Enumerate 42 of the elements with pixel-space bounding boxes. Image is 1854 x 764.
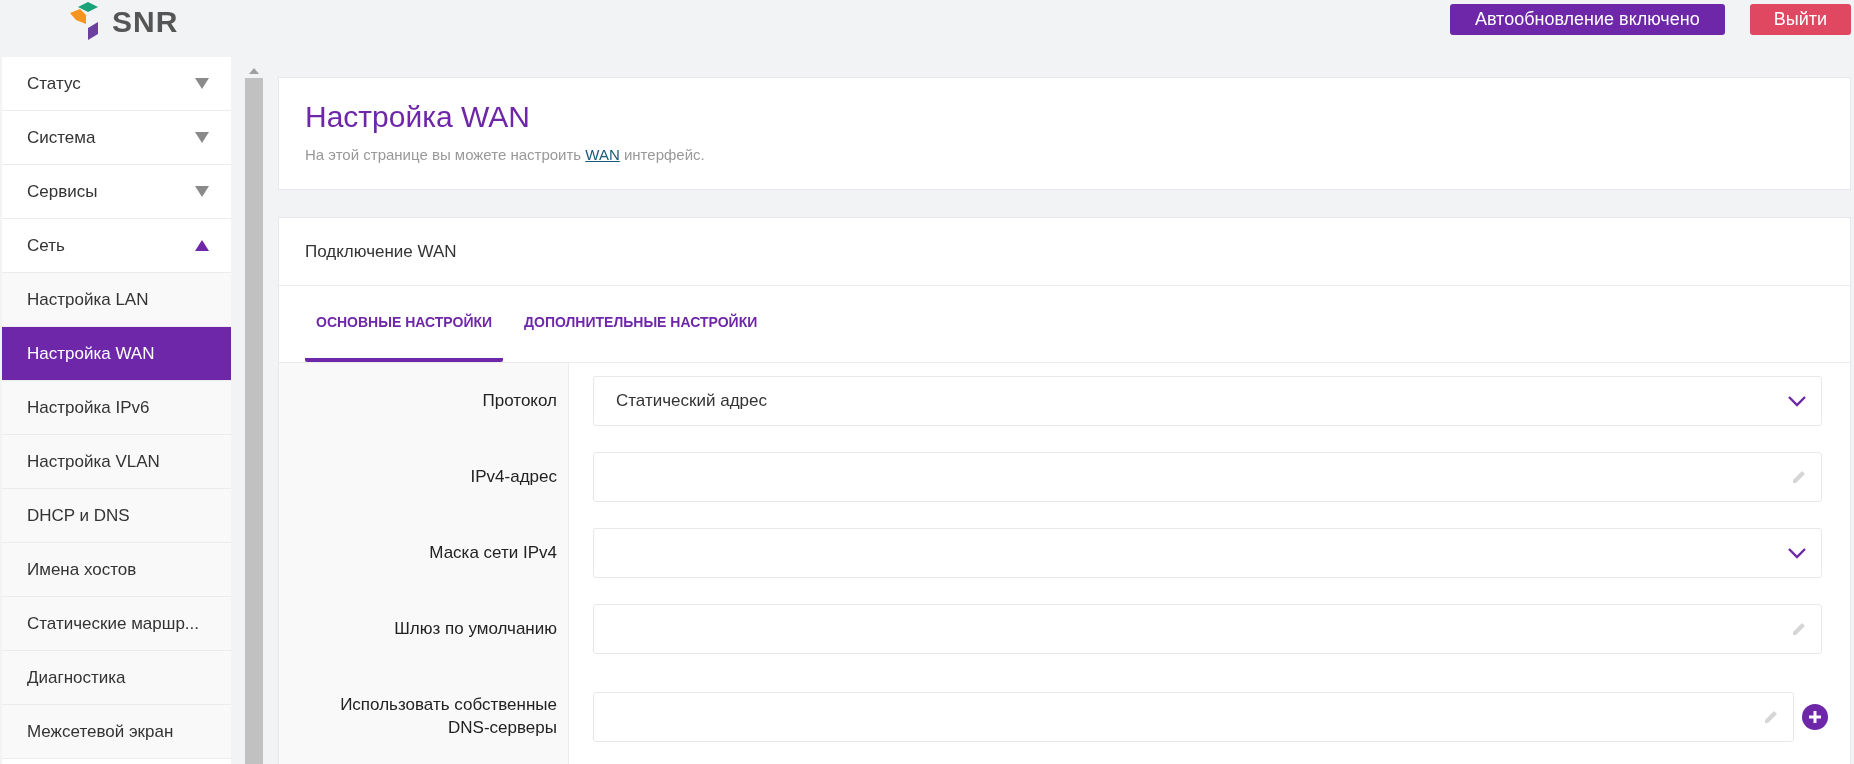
sidebar-item[interactable]: Имена хостов: [2, 543, 231, 597]
sidebar-item[interactable]: Настройка LAN: [2, 273, 231, 327]
sidebar-item[interactable]: Диагностика: [2, 651, 231, 705]
pencil-icon: [1763, 709, 1779, 725]
sidebar-group[interactable]: Система: [2, 111, 231, 165]
chevron-down-icon: [1787, 547, 1807, 559]
sidebar-group-label: Система: [27, 127, 96, 148]
input-field[interactable]: [593, 604, 1822, 654]
sidebar-group[interactable]: Статус: [2, 57, 231, 111]
sidebar-group-label: Сервисы: [27, 181, 98, 202]
field-label: IPv4-адрес: [279, 439, 569, 515]
sidebar-item[interactable]: DHCP и DNS: [2, 489, 231, 543]
field-label: Использовать собственные DNS-серверы: [279, 667, 569, 764]
sidebar-group-label: Сеть: [27, 235, 65, 256]
sidebar-group-label: Статус: [27, 73, 81, 94]
page-title: Настройка WAN: [305, 100, 531, 134]
logout-button[interactable]: Выйти: [1749, 4, 1851, 35]
sidebar-item[interactable]: Статические маршр...: [2, 597, 231, 651]
field-label: Маска сети IPv4: [279, 515, 569, 591]
select-field[interactable]: Статический адрес: [593, 376, 1822, 426]
scroll-up-icon[interactable]: [247, 67, 261, 75]
pencil-icon: [1791, 621, 1807, 637]
select-field[interactable]: [593, 528, 1822, 578]
sidebar-item[interactable]: Настройка WAN: [2, 327, 231, 381]
logo-text: SNR: [112, 5, 179, 39]
sidebar-group[interactable]: Сервисы: [2, 165, 231, 219]
tab[interactable]: ДОПОЛНИТЕЛЬНЫЕ НАСТРОЙКИ: [513, 286, 769, 362]
field-label: Шлюз по умолчанию: [279, 591, 569, 667]
input-field[interactable]: [593, 452, 1822, 502]
add-button[interactable]: [1802, 704, 1828, 730]
input-field[interactable]: [593, 692, 1794, 742]
auto-update-button[interactable]: Автообновление включено: [1449, 4, 1725, 35]
chevron-down-icon: [1787, 395, 1807, 407]
section-title: Подключение WAN: [279, 218, 1850, 286]
pencil-icon: [1791, 469, 1807, 485]
wan-link[interactable]: WAN: [585, 146, 620, 163]
sidebar-item[interactable]: Межсетевой экран: [2, 705, 231, 759]
sidebar-item[interactable]: Настройка IPv6: [2, 381, 231, 435]
page-description: На этой странице вы можете настроить WAN интерфейс.: [305, 146, 706, 163]
field-label: Протокол: [279, 363, 569, 439]
sidebar-item[interactable]: Настройка VLAN: [2, 435, 231, 489]
field-value: Статический адрес: [616, 391, 767, 411]
